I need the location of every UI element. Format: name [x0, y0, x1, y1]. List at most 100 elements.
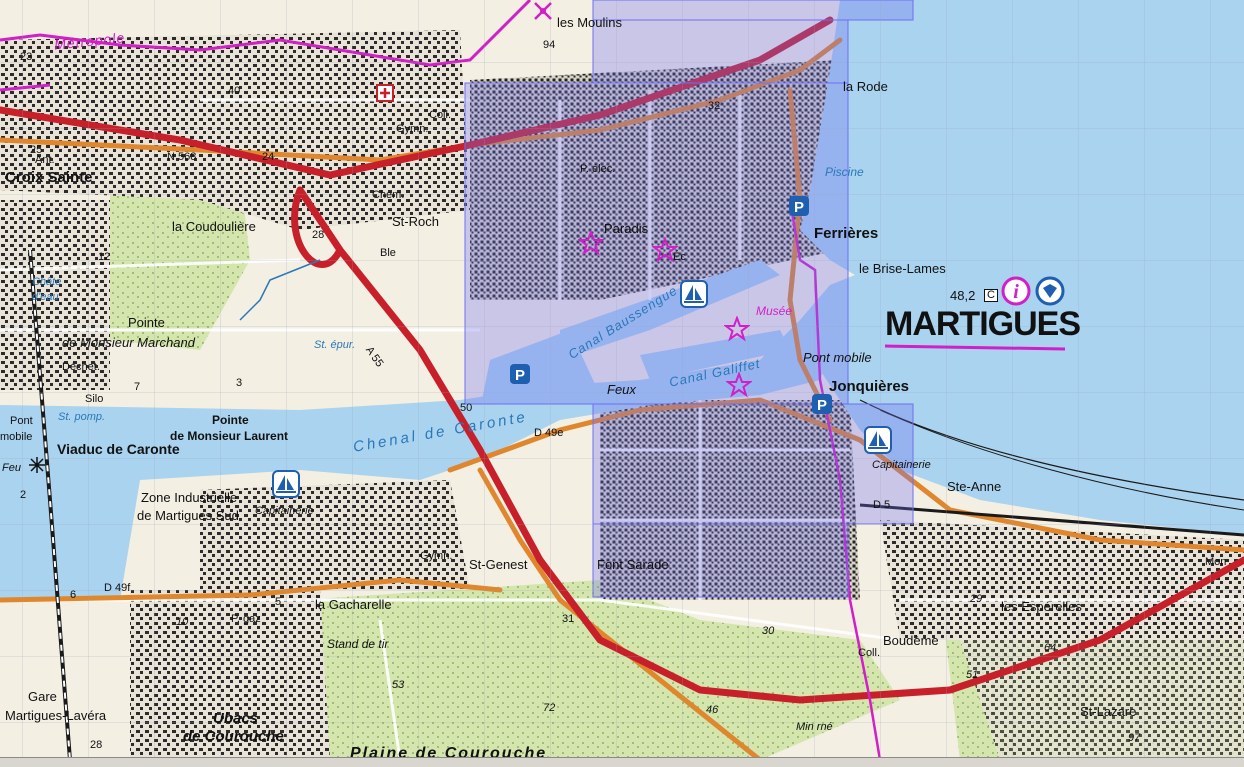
spot-height: 53: [392, 679, 405, 691]
place-label-croix-sainte: Croix Sainte: [5, 169, 93, 186]
spot-height: 28: [312, 229, 325, 241]
spot-height: 31: [562, 613, 575, 625]
spot-height: 40: [228, 85, 241, 97]
windmill-icon[interactable]: [532, 0, 554, 22]
place-label-coll-south: Coll.: [858, 647, 881, 659]
place-label-pointe-laurent-1: Pointe: [212, 413, 249, 427]
place-label-ec: Éc: [673, 251, 686, 263]
place-label-st-roch: St-Roch: [392, 214, 439, 229]
road-label-d5: D 5: [873, 499, 891, 511]
spot-height: 72: [543, 702, 556, 714]
place-label-ubacs-2: de Courouche: [183, 728, 284, 745]
place-label-gymn-north: Gymn.: [396, 123, 429, 135]
place-label-paradis: Paradis: [604, 221, 649, 236]
marina-icon[interactable]: [864, 426, 892, 454]
place-label-gymn-south: Gymn.: [420, 550, 453, 562]
topographic-map[interactable]: i P P P MARTIGUES 48,2 C Croix Sainte la…: [0, 0, 1244, 767]
place-label-st-pomp: St. pomp.: [58, 411, 106, 423]
place-label-les-moulins: les Moulins: [557, 15, 623, 30]
spot-height: 6: [70, 589, 77, 601]
place-label-dechet: Déchet.: [62, 361, 100, 373]
spot-height: 23: [20, 51, 33, 63]
place-label-musee: Musée: [756, 304, 793, 318]
place-label-mon: Mon: [1205, 556, 1227, 568]
spot-height: 64: [1044, 642, 1057, 654]
place-label-feu: Feu: [2, 462, 21, 474]
place-label-stand-de-tir: Stand de tir: [327, 637, 389, 651]
place-label-pont-mobile-w-2: mobile: [0, 431, 33, 443]
spot-height: 24: [262, 151, 275, 163]
spot-height: 10: [176, 616, 189, 628]
place-label-ste-anne: Ste-Anne: [947, 479, 1002, 494]
spot-height: 46: [706, 704, 719, 716]
navy-anchor-icon[interactable]: [1035, 276, 1065, 306]
place-label-jonquieres: Jonquières: [829, 378, 910, 395]
parking-icon[interactable]: P: [509, 363, 531, 385]
parking-icon[interactable]: P: [811, 393, 833, 415]
place-label-feux: Feux: [607, 382, 636, 397]
place-label-ubacs-1: Ubacs: [213, 710, 259, 727]
spot-height: 30: [762, 625, 775, 637]
place-label-pont-mobile-w-1: Pont: [10, 415, 33, 427]
place-label-chateau-deau-1: Châte: [32, 276, 62, 288]
place-label-capitainerie-east: Capitainerie: [872, 459, 931, 471]
place-label-ferrieres: Ferrières: [814, 225, 879, 242]
place-label-zone-industrielle-1: Zone Industrielle: [141, 490, 238, 505]
place-label-min-rne: Min rné: [796, 721, 833, 733]
place-label-p-gaz: P. gaz: [231, 613, 261, 625]
place-label-bouleme: Boudème: [883, 633, 939, 648]
marina-icon[interactable]: [272, 470, 300, 498]
place-label-la-gacharelle: la Gacharelle: [315, 597, 392, 612]
star-monument-icon[interactable]: [578, 230, 604, 256]
spot-height: 7: [134, 381, 141, 393]
place-label-la-coudouliere: la Coudoulière: [172, 219, 256, 234]
place-label-pointe-laurent-2: de Monsieur Laurent: [170, 429, 289, 443]
star-monument-icon[interactable]: [724, 316, 750, 342]
svg-text:P: P: [817, 397, 827, 414]
place-label-ble: Ble: [380, 247, 396, 259]
svg-text:i: i: [1013, 281, 1019, 303]
spot-height: 97: [1128, 732, 1141, 744]
marina-icon[interactable]: [680, 280, 708, 308]
tourist-info-icon[interactable]: i: [1001, 276, 1031, 306]
lighthouse-icon[interactable]: [28, 456, 46, 474]
place-label-pointe-marchand-2: de Monsieur Marchand: [62, 335, 195, 350]
place-label-chateau-deau-2: d'eau: [32, 291, 59, 303]
place-label-les-esperelles: les Espérelles: [1001, 599, 1082, 614]
spot-height: 32: [708, 100, 721, 112]
place-label-ant: Ant.: [35, 154, 55, 166]
place-label-st-lazare: St-Lazare: [1080, 704, 1137, 719]
spot-height: 12: [98, 251, 111, 263]
place-label-pointe-marchand-1: Pointe: [128, 315, 165, 330]
road-label-n568: N 568: [167, 151, 197, 163]
spot-height: 28: [90, 739, 103, 751]
spot-height: 50: [460, 402, 473, 414]
road-label-d49f: D 49f: [104, 582, 131, 594]
place-label-silo: Silo: [85, 393, 104, 405]
svg-text:P: P: [515, 367, 525, 384]
place-label-pont-mobile: Pont mobile: [803, 350, 872, 365]
place-label-piscine: Piscine: [825, 165, 864, 179]
place-label-la-rode: la Rode: [843, 79, 888, 94]
place-label-st-genest: St-Genest: [469, 557, 528, 572]
spot-height: 3: [236, 377, 243, 389]
hospital-icon[interactable]: [376, 84, 394, 102]
road-label-d49e: D 49e: [534, 427, 564, 439]
spot-height: 94: [543, 39, 556, 51]
parking-icon[interactable]: P: [788, 195, 810, 217]
place-label-le-brise-lames: le Brise-Lames: [859, 261, 946, 276]
spot-height: 2: [20, 489, 27, 501]
place-label-zone-industrielle-2: de Martigues Sud: [137, 508, 239, 523]
svg-text:P: P: [794, 199, 804, 216]
place-label-font-sarade: Font Sarade: [597, 557, 669, 572]
elevation-label: 48,2: [950, 288, 976, 303]
spot-height: 51: [966, 669, 979, 681]
elevation-box-label: C: [984, 289, 998, 302]
place-label-chem: Chem.: [372, 189, 405, 201]
utm-grid: [0, 0, 1244, 757]
place-label-viaduc-de-caronte: Viaduc de Caronte: [57, 441, 180, 457]
place-label-p-elec: P. élec.: [580, 163, 616, 175]
place-label-gare-2: Martigues-Lavéra: [5, 708, 107, 723]
status-bar: [0, 757, 1244, 767]
spot-height: 25: [30, 144, 43, 156]
